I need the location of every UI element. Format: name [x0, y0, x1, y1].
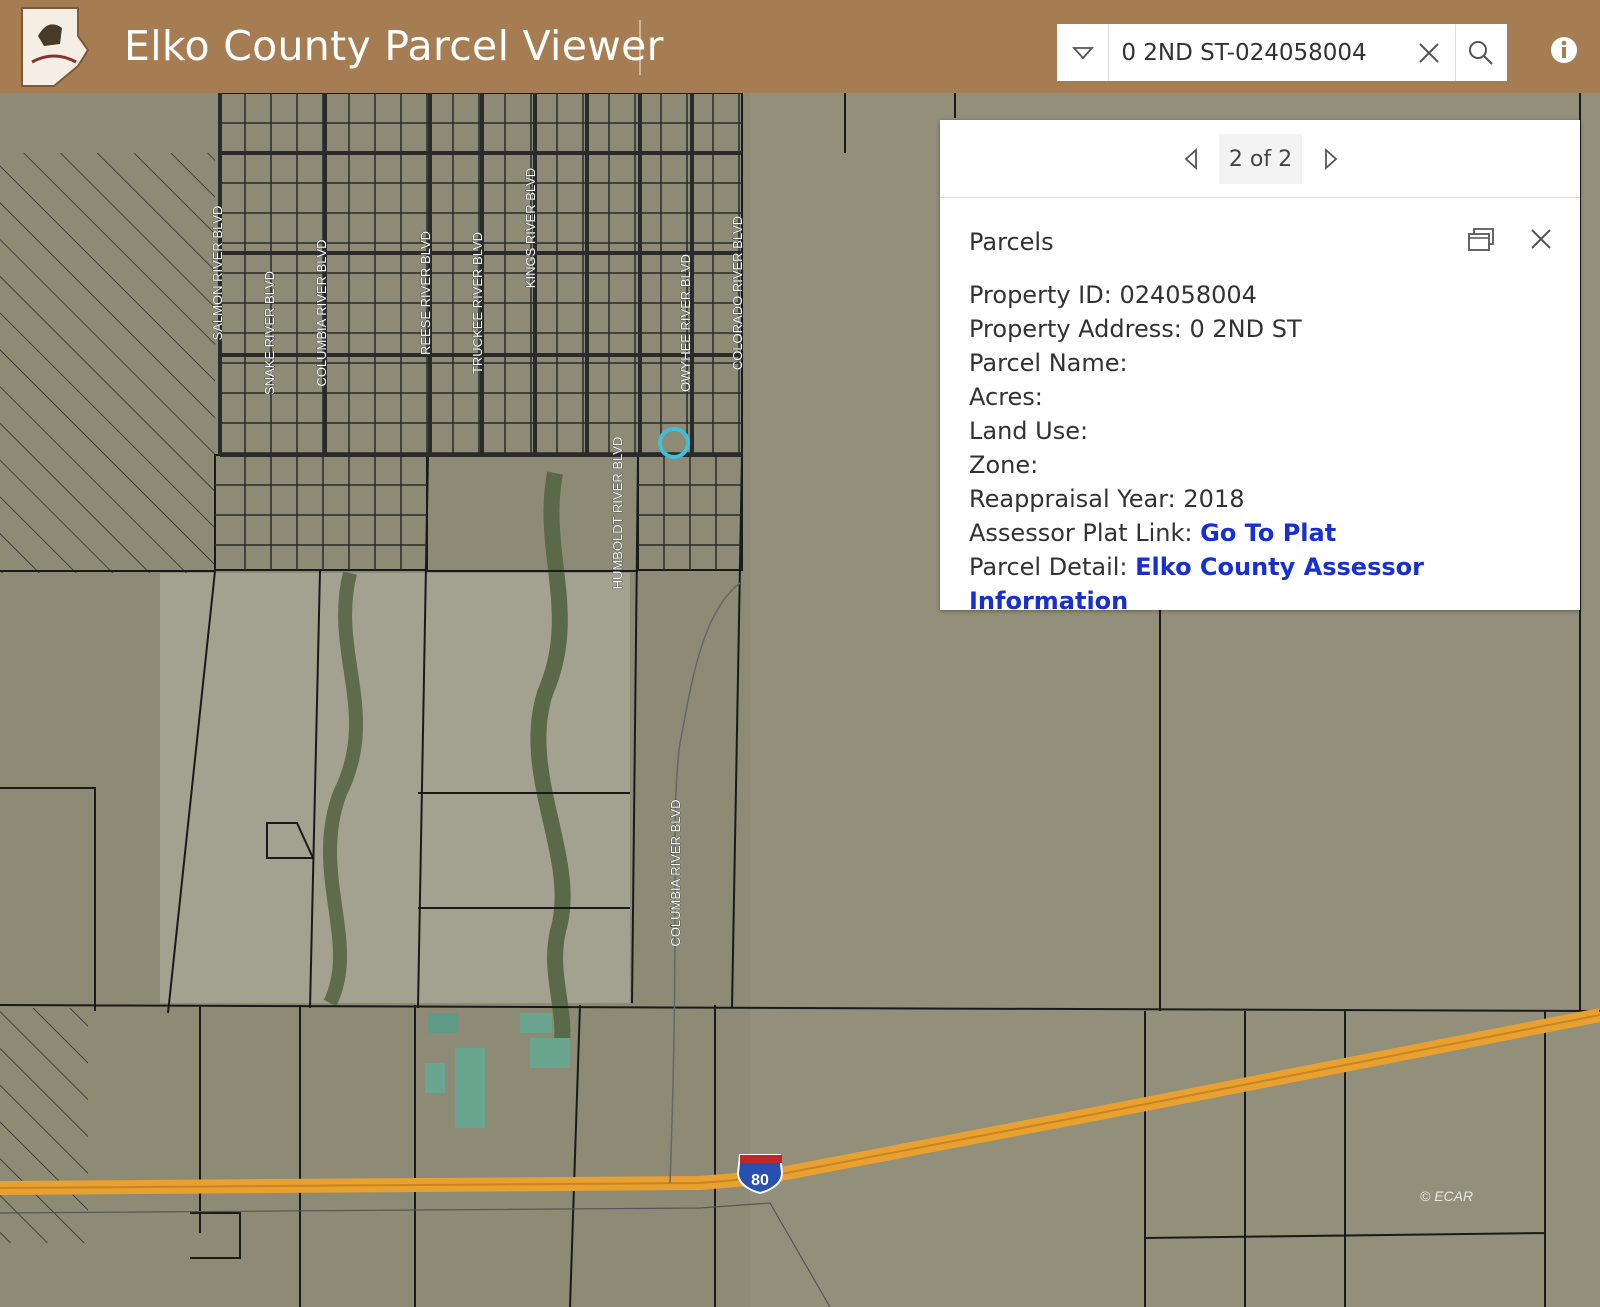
street-label: HUMBOLDT RIVER BLVD — [610, 437, 625, 590]
previous-feature-button[interactable] — [1174, 142, 1208, 176]
next-feature-button[interactable] — [1314, 142, 1348, 176]
field-reappraisal-year: Reappraisal Year: 2018 — [969, 485, 1245, 513]
elko-county-logo — [21, 7, 90, 87]
info-icon[interactable] — [1550, 36, 1578, 64]
search-source-dropdown[interactable] — [1057, 24, 1110, 81]
field-parcel-detail: Parcel Detail: Elko County Assessor Info… — [969, 553, 1424, 615]
street-label: COLUMBIA RIVER BLVD — [668, 799, 683, 946]
street-label: COLUMBIA RIVER BLVD — [314, 239, 329, 386]
chevron-down-icon — [1071, 46, 1094, 59]
field-parcel-name: Parcel Name: — [969, 349, 1128, 377]
street-label: TRUCKEE RIVER BLVD — [470, 232, 485, 374]
street-label: REESE RIVER BLVD — [418, 231, 433, 355]
app-title: Elko County Parcel Viewer — [124, 22, 664, 70]
field-assessor-plat-link: Assessor Plat Link: Go To Plat — [969, 519, 1337, 547]
street-label: OWYHEE RIVER BLVD — [678, 254, 693, 392]
header-divider — [639, 20, 641, 75]
parcel-popup: 2 of 2 Parcels Property ID: 024058004 Pr… — [940, 120, 1580, 615]
app-header: Elko County Parcel Viewer — [0, 0, 1600, 93]
dock-popup-button[interactable] — [1464, 222, 1498, 256]
go-to-plat-link[interactable]: Go To Plat — [1200, 519, 1336, 547]
restricted-area-south — [0, 1008, 88, 1243]
street-label: SALMON RIVER BLVD — [210, 206, 225, 341]
clear-search-button[interactable] — [1403, 24, 1456, 81]
highway-shield-number: 80 — [751, 1172, 769, 1189]
field-property-address: Property Address: 0 2ND ST — [969, 315, 1302, 343]
search-button[interactable] — [1456, 24, 1507, 81]
street-label: COLORADO RIVER BLVD — [730, 216, 745, 370]
feature-count: 2 of 2 — [1219, 134, 1302, 184]
chevron-right-icon — [1325, 148, 1338, 170]
search-widget — [1057, 24, 1507, 81]
popup-fields: Property ID: 024058004 Property Address:… — [969, 278, 1580, 618]
field-acres: Acres: — [969, 383, 1043, 411]
close-icon — [1531, 229, 1551, 249]
close-popup-button[interactable] — [1524, 222, 1558, 256]
field-land-use: Land Use: — [969, 417, 1089, 445]
street-label: SNAKE RIVER BLVD — [262, 271, 277, 395]
restricted-area-west — [0, 153, 215, 573]
dock-icon — [1468, 228, 1494, 251]
popup-title: Parcels — [969, 228, 1054, 256]
popup-pager: 2 of 2 — [940, 120, 1580, 198]
close-icon — [1419, 42, 1439, 63]
chevron-left-icon — [1184, 148, 1197, 170]
search-input[interactable] — [1109, 24, 1404, 81]
map-attribution: © ECAR — [1420, 1188, 1474, 1204]
street-label: KINGS RIVER BLVD — [523, 168, 538, 288]
field-property-id: Property ID: 024058004 — [969, 281, 1257, 309]
field-zone: Zone: — [969, 451, 1039, 479]
search-icon — [1469, 40, 1494, 65]
